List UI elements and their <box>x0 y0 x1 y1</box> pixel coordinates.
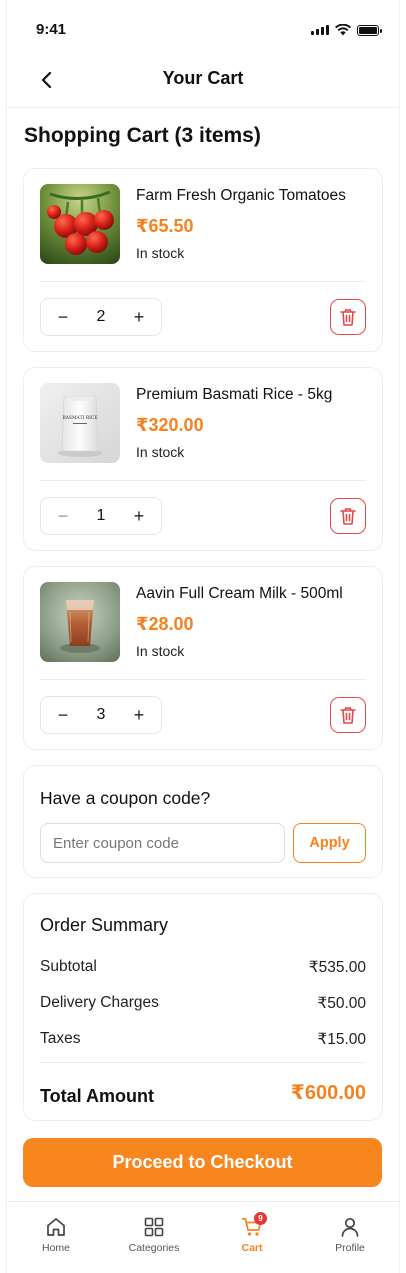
nav-item-categories[interactable]: Categories <box>105 1202 203 1263</box>
trash-icon <box>340 707 356 724</box>
nav-label: Home <box>41 1242 70 1254</box>
nav-label: Profile <box>335 1242 365 1254</box>
item-price: ₹320.00 <box>136 415 204 435</box>
coupon-title: Have a coupon code? <box>40 788 211 808</box>
trash-icon <box>340 309 356 326</box>
bottom-nav: Home Categories 9 Cart Profile <box>7 1201 399 1263</box>
apply-coupon-button[interactable]: Apply <box>293 823 366 863</box>
quantity-value: 3 <box>96 706 106 723</box>
item-price: ₹28.00 <box>136 614 194 634</box>
product-image-tomatoes <box>40 184 120 264</box>
status-icons <box>311 24 382 36</box>
trash-icon <box>340 508 356 525</box>
battery-icon <box>357 24 382 36</box>
increment-button[interactable]: + <box>129 506 149 526</box>
quantity-stepper: − 2 + <box>40 298 162 336</box>
coupon-card: Have a coupon code? Apply <box>23 765 383 878</box>
increment-button[interactable]: + <box>129 307 149 327</box>
home-icon <box>47 1218 65 1236</box>
rice-bag-label: BASMATI RICE <box>62 415 97 421</box>
stock-status: In stock <box>136 444 185 460</box>
stock-status: In stock <box>136 245 185 261</box>
order-summary-card: Order Summary Subtotal ₹535.00 Delivery … <box>23 893 383 1121</box>
user-icon <box>341 1217 359 1237</box>
quantity-stepper: − 3 + <box>40 696 162 734</box>
grid-icon <box>144 1217 164 1237</box>
status-time: 9:41 <box>36 21 67 38</box>
total-amount: ₹600.00 <box>290 1082 366 1104</box>
wifi-icon <box>335 24 351 36</box>
increment-button[interactable]: + <box>129 705 149 725</box>
cart-item-card: Farm Fresh Organic Tomatoes ₹65.50 In st… <box>23 168 383 352</box>
product-image-rice: BASMATI RICE <box>40 383 120 463</box>
summary-row-subtotal: Subtotal ₹535.00 <box>40 958 366 977</box>
item-name[interactable]: Farm Fresh Organic Tomatoes <box>136 187 346 205</box>
phone-screen: 9:41 Your Cart Shopping Cart (3 items) F… <box>7 0 399 1273</box>
product-image-milk <box>40 582 120 662</box>
summary-value: ₹535.00 <box>308 959 366 976</box>
divider <box>40 679 366 680</box>
cart-item-card: Aavin Full Cream Milk - 500ml ₹28.00 In … <box>23 566 383 750</box>
summary-label: Taxes <box>40 1030 81 1047</box>
summary-title: Order Summary <box>40 915 169 935</box>
item-price: ₹65.50 <box>136 216 194 236</box>
header-title: Your Cart <box>162 68 244 88</box>
summary-row-delivery: Delivery Charges ₹50.00 <box>40 994 366 1013</box>
delete-item-button[interactable] <box>330 498 366 534</box>
delete-item-button[interactable] <box>330 697 366 733</box>
status-bar: 9:41 <box>7 18 399 42</box>
quantity-value: 2 <box>96 308 106 325</box>
summary-label: Subtotal <box>40 958 97 975</box>
quantity-value: 1 <box>96 507 106 524</box>
decrement-button[interactable]: − <box>53 506 73 526</box>
summary-value: ₹50.00 <box>317 995 366 1012</box>
signal-icon <box>311 25 329 35</box>
divider <box>40 1062 366 1063</box>
nav-label: Cart <box>241 1242 263 1254</box>
item-name[interactable]: Aavin Full Cream Milk - 500ml <box>136 585 343 603</box>
cart-badge: 9 <box>254 1212 267 1225</box>
decrement-button[interactable]: − <box>53 705 73 725</box>
delete-item-button[interactable] <box>330 299 366 335</box>
decrement-button[interactable]: − <box>53 307 73 327</box>
app-header: Your Cart <box>7 52 399 108</box>
summary-label: Delivery Charges <box>40 994 159 1011</box>
cart-item-card: BASMATI RICE Premium Basmati Rice - 5kg … <box>23 367 383 551</box>
divider <box>40 480 366 481</box>
nav-item-home[interactable]: Home <box>7 1202 105 1263</box>
page-title: Shopping Cart (3 items) <box>24 124 261 147</box>
stock-status: In stock <box>136 643 185 659</box>
item-name[interactable]: Premium Basmati Rice - 5kg <box>136 386 332 404</box>
summary-value: ₹15.00 <box>317 1031 366 1048</box>
divider <box>40 281 366 282</box>
total-label: Total Amount <box>40 1086 154 1106</box>
quantity-stepper: − 1 + <box>40 497 162 535</box>
coupon-input[interactable] <box>40 823 285 863</box>
checkout-button[interactable]: Proceed to Checkout <box>23 1138 382 1187</box>
nav-item-cart[interactable]: 9 Cart <box>203 1202 301 1263</box>
nav-label: Categories <box>128 1242 180 1254</box>
nav-item-profile[interactable]: Profile <box>301 1202 399 1263</box>
summary-row-taxes: Taxes ₹15.00 <box>40 1030 366 1049</box>
